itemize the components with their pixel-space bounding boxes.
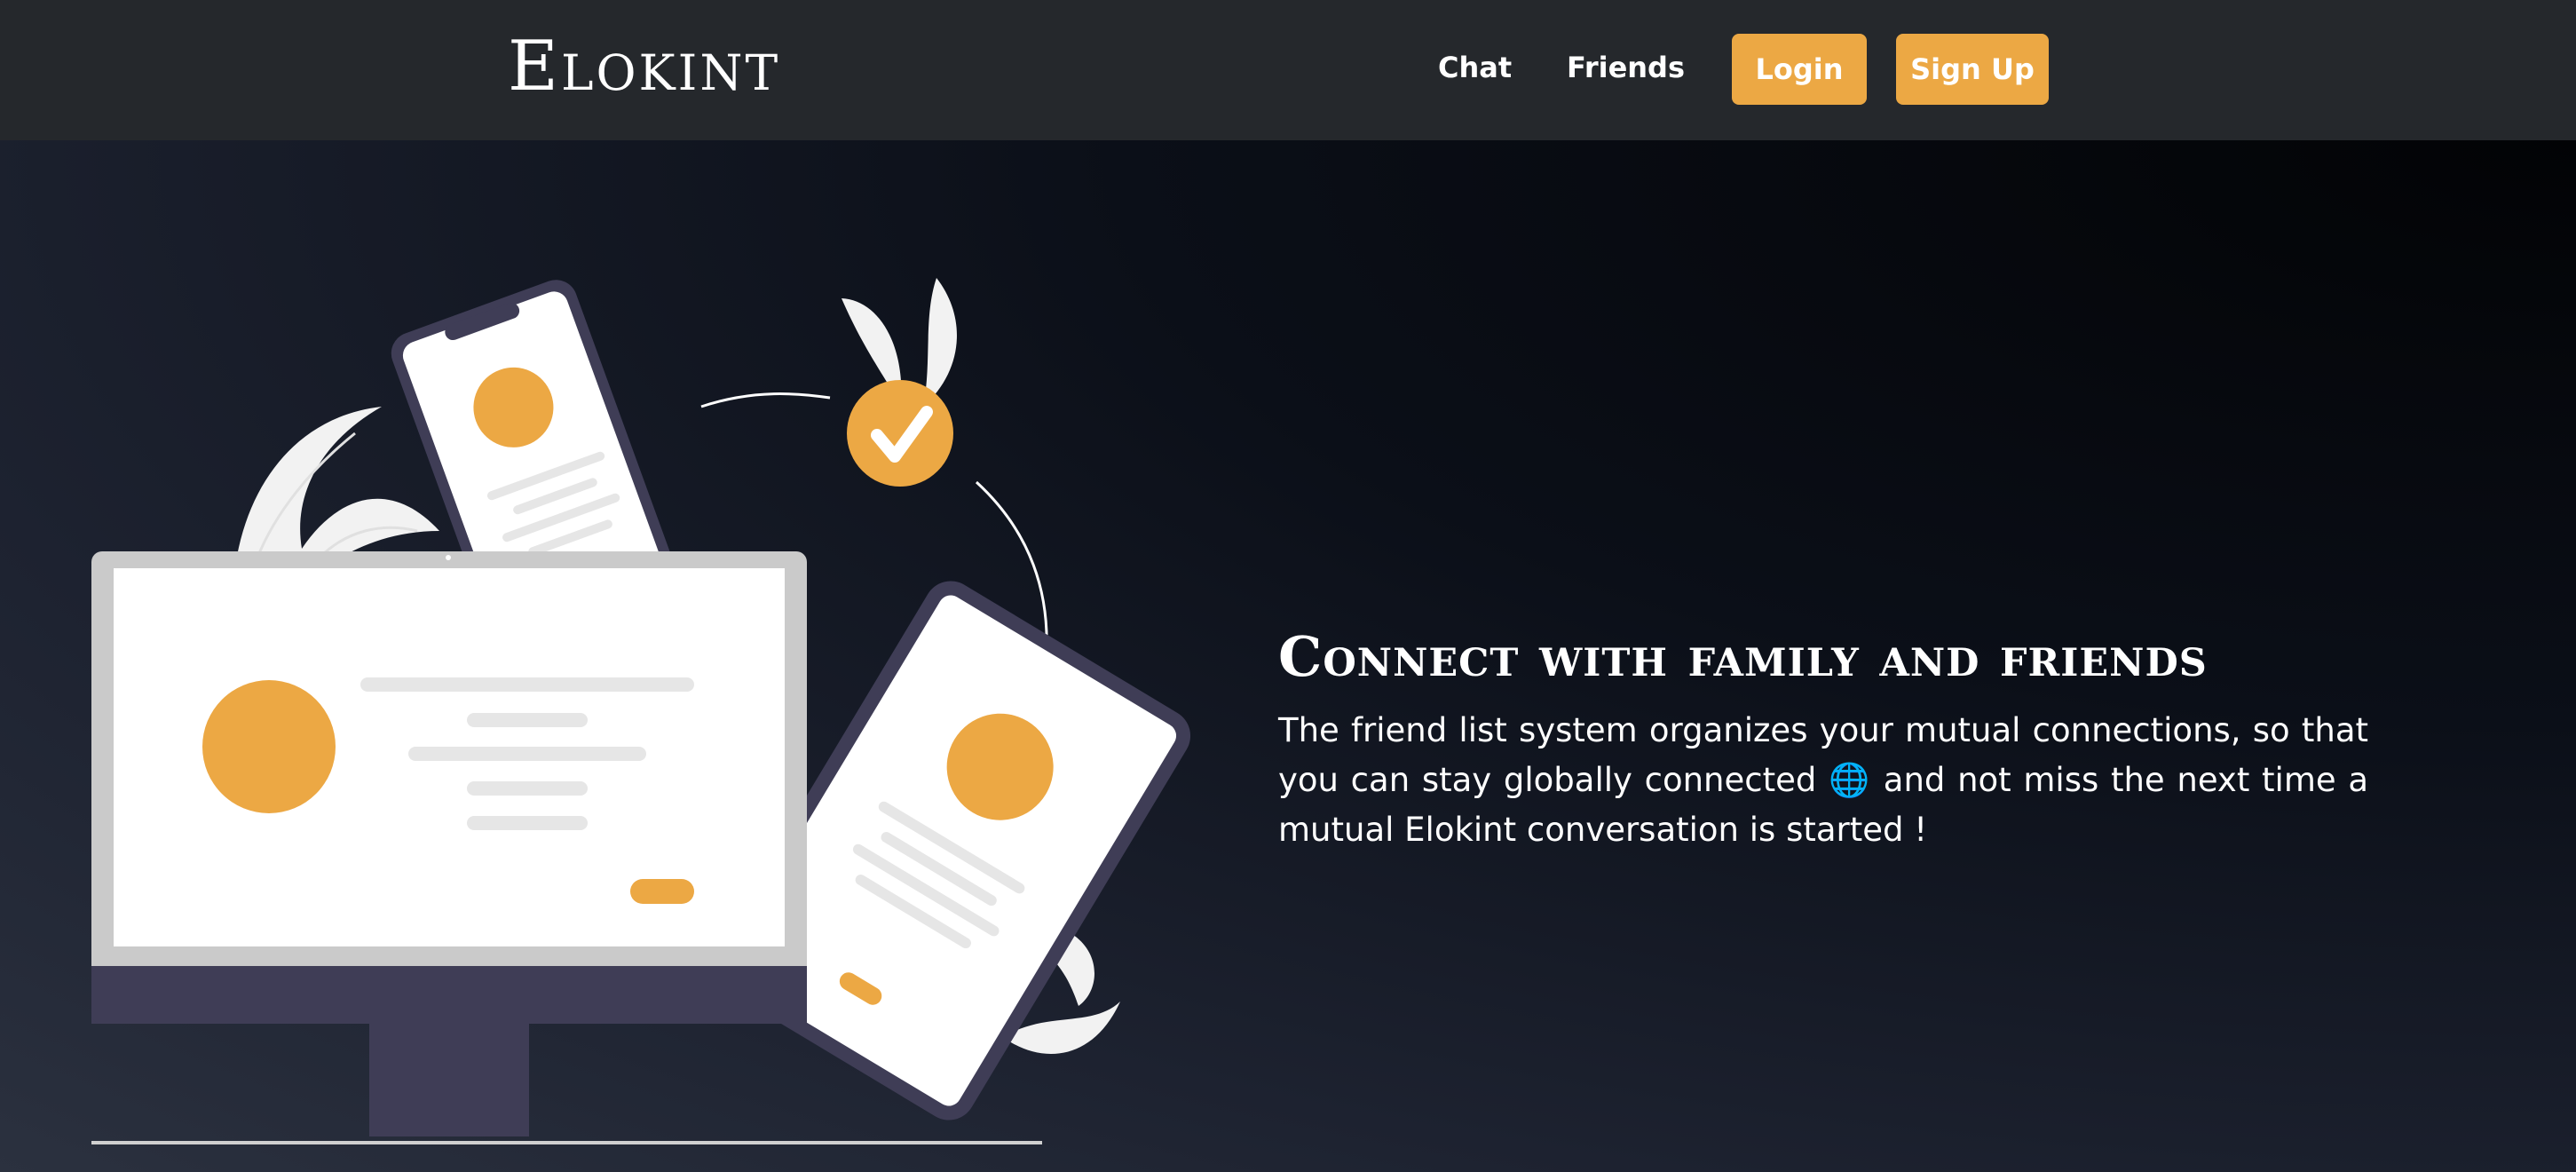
leaf-decoration-left xyxy=(235,407,439,566)
hero-title: Connect with family and friends xyxy=(1278,623,2208,689)
login-button[interactable]: Login xyxy=(1732,34,1867,105)
monitor-device xyxy=(91,551,807,1136)
nav-link-friends[interactable]: Friends xyxy=(1567,50,1685,85)
hero-description: The friend list system organizes your mu… xyxy=(1278,711,2368,849)
check-icon xyxy=(847,380,953,487)
nav-link-chat[interactable]: Chat xyxy=(1438,50,1512,85)
brand-logo[interactable]: Elokint xyxy=(508,30,780,103)
hero-section: Connect with family and friends The frie… xyxy=(0,140,2576,1172)
connector-line xyxy=(700,392,831,408)
top-navbar: Elokint Chat Friends Login Sign Up xyxy=(0,0,2576,140)
devices-illustration xyxy=(91,278,1191,1144)
signup-button[interactable]: Sign Up xyxy=(1896,34,2049,105)
